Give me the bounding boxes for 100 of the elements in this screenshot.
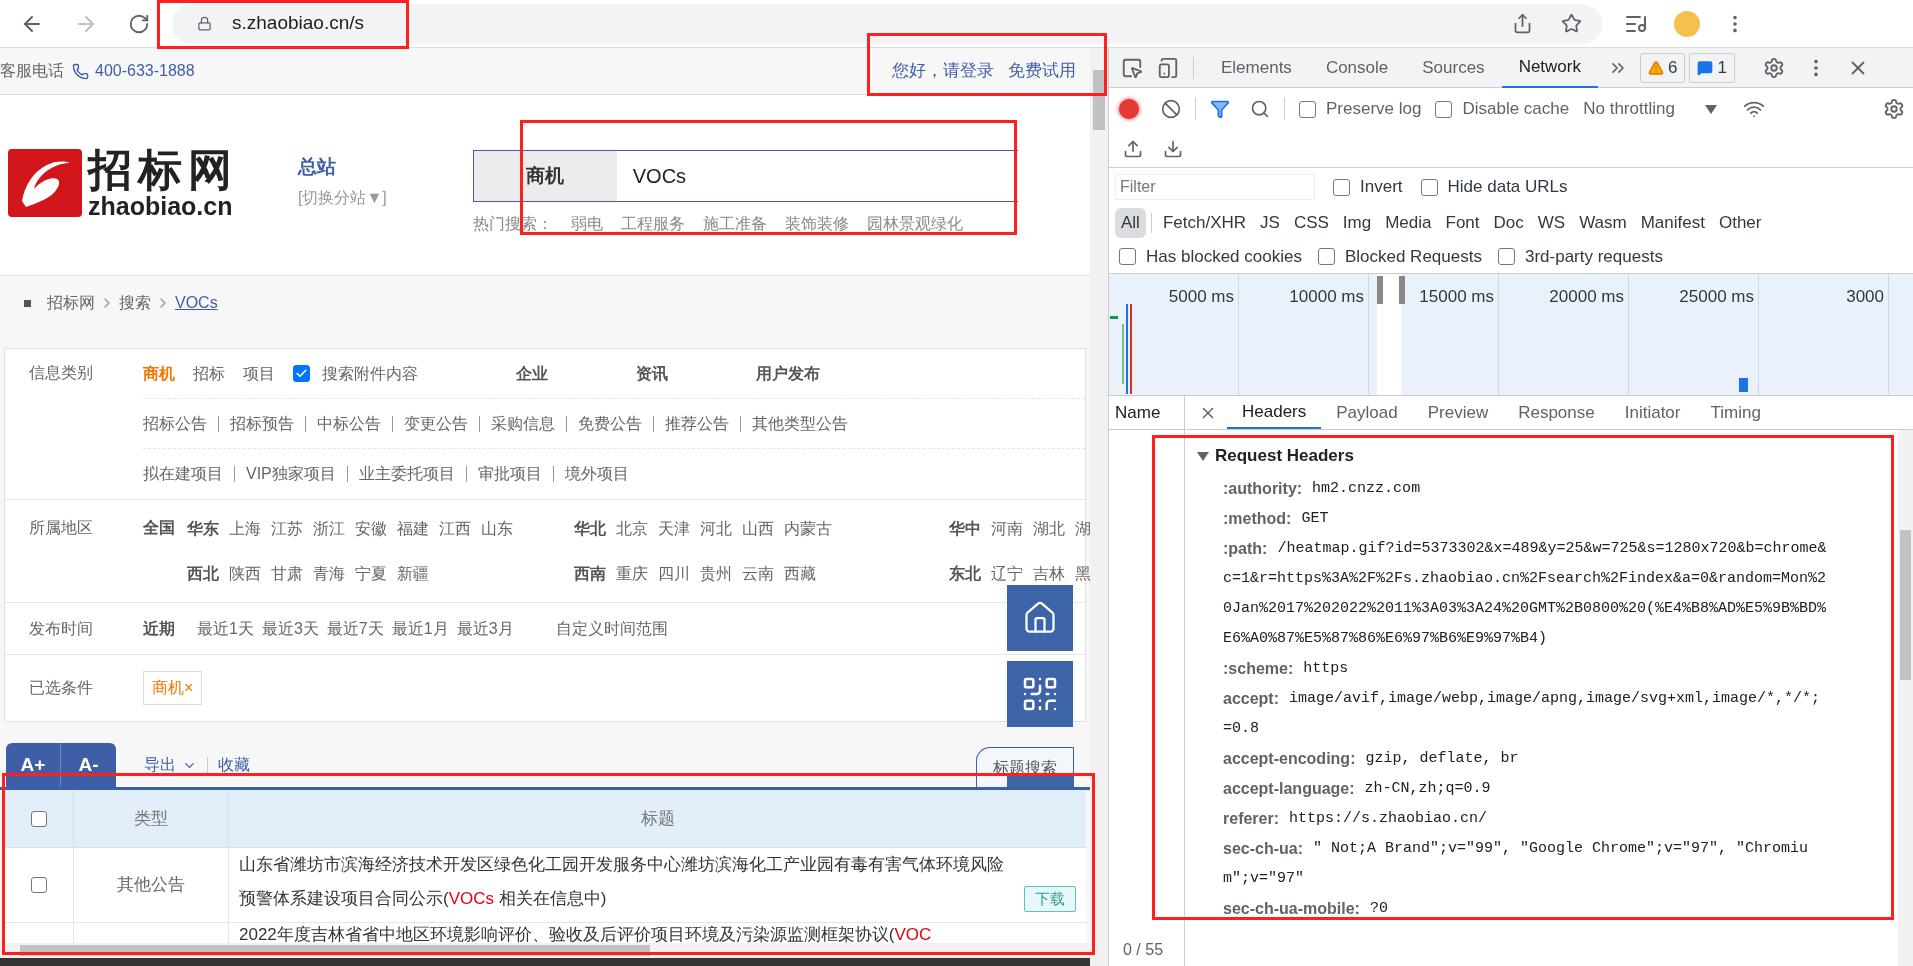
filter-option[interactable]: 招标预告 [230, 411, 294, 436]
checkbox[interactable] [1119, 248, 1136, 265]
checkbox[interactable] [293, 365, 310, 382]
region-option[interactable]: 上海 [229, 516, 261, 541]
region-option[interactable]: 山西 [742, 516, 774, 541]
time-option[interactable]: 最近3月 [456, 616, 514, 641]
throttling-select[interactable]: No throttling [1583, 96, 1717, 122]
checkbox[interactable] [1333, 178, 1350, 196]
detail-tab[interactable]: Payload [1321, 396, 1413, 429]
region-option[interactable]: 江苏 [271, 516, 303, 541]
filter-option[interactable]: 中标公告 [317, 411, 381, 436]
region-option[interactable]: 云南 [742, 561, 774, 586]
region-heading[interactable]: 西南 [574, 561, 606, 586]
checkbox[interactable] [1317, 248, 1335, 265]
hot-search-link[interactable]: 装饰装修 [784, 212, 849, 236]
filter-option[interactable]: 免费公告 [578, 411, 642, 436]
region-option[interactable]: 浙江 [313, 516, 345, 541]
filter-option[interactable]: 变更公告 [404, 411, 468, 436]
font-size-button[interactable]: A+ [6, 743, 61, 787]
devtools-tab[interactable]: Console [1308, 48, 1406, 88]
filter-option[interactable]: 近期 [143, 616, 197, 641]
detail-tab[interactable]: Preview [1412, 396, 1504, 429]
detail-tab[interactable]: Headers [1227, 396, 1322, 429]
hot-search-link[interactable]: 施工准备 [702, 212, 767, 236]
devtools-tab[interactable]: Sources [1405, 48, 1502, 88]
type-filter-button[interactable]: CSS [1287, 208, 1335, 238]
filter-option[interactable]: VIP独家项目 [246, 462, 336, 486]
checkbox[interactable] [30, 810, 47, 827]
custom-range-link[interactable]: 自定义时间范围 [555, 616, 668, 641]
region-option[interactable]: 贵州 [700, 561, 732, 586]
devtools-tab[interactable]: Elements [1204, 48, 1309, 88]
checkbox-label[interactable]: Hide data URLs [1447, 174, 1568, 200]
region-heading[interactable]: 华中 [949, 516, 981, 541]
region-option[interactable]: 河北 [700, 516, 732, 541]
hot-search-link[interactable]: 工程服务 [620, 212, 685, 236]
type-filter-button[interactable]: Other [1712, 208, 1768, 238]
type-filter-button[interactable]: Fetch/XHR [1156, 208, 1253, 238]
time-option[interactable]: 最近3天 [261, 616, 319, 641]
region-option[interactable]: 安徽 [355, 516, 387, 541]
filter-option[interactable]: 招标公告 [143, 411, 207, 436]
region-option[interactable]: 新疆 [397, 561, 429, 586]
checkbox-label[interactable]: Blocked Requests [1344, 243, 1482, 270]
export-icon[interactable] [1163, 138, 1183, 159]
filter-heading[interactable]: 企业 [516, 361, 548, 386]
region-option[interactable]: 江西 [439, 516, 471, 541]
region-option[interactable]: 天津 [658, 516, 690, 541]
filter-option[interactable]: 招标 [193, 361, 225, 386]
filter-option[interactable]: 业主委托项目 [358, 462, 455, 486]
region-heading[interactable]: 华北 [574, 516, 606, 541]
filter-option[interactable]: 推荐公告 [665, 411, 729, 436]
region-option[interactable]: 北京 [616, 516, 648, 541]
range-handle[interactable] [1399, 276, 1405, 304]
filter-option[interactable]: 其他类型公告 [752, 411, 848, 436]
type-filter-button[interactable]: Wasm [1573, 208, 1633, 238]
checkbox[interactable] [1299, 100, 1316, 118]
breadcrumb-link[interactable]: VOCs [175, 291, 218, 315]
qr-code-button[interactable] [1007, 661, 1073, 727]
import-icon[interactable] [1123, 138, 1143, 159]
region-option[interactable]: 吉林 [1033, 561, 1065, 586]
checkbox[interactable] [30, 877, 47, 893]
favorite-link[interactable]: 收藏 [218, 753, 250, 777]
range-selection[interactable] [1377, 274, 1401, 395]
time-option[interactable]: 最近1天 [197, 616, 254, 641]
type-filter-button[interactable]: All [1115, 208, 1146, 238]
region-option[interactable]: 青海 [313, 561, 345, 586]
checkbox-label[interactable]: Preserve log [1326, 96, 1422, 122]
hot-search-link[interactable]: 弱电 [570, 212, 603, 236]
region-option[interactable]: 黑 [1075, 561, 1090, 586]
hot-search-link[interactable]: 园林景观绿化 [866, 212, 963, 236]
filter-heading[interactable]: 用户发布 [756, 361, 820, 386]
star-icon[interactable] [1561, 13, 1582, 34]
page-scrollbar[interactable] [1090, 48, 1108, 966]
breadcrumb-link[interactable]: 搜索 [119, 291, 151, 315]
search-field[interactable]: 商机 VOCs [472, 150, 1018, 202]
type-filter-button[interactable]: Media [1379, 208, 1438, 238]
checkbox-label[interactable]: Invert [1360, 174, 1403, 200]
share-icon[interactable] [1512, 13, 1533, 34]
type-filter-button[interactable]: WS [1531, 208, 1572, 238]
detail-tab[interactable]: Response [1503, 396, 1610, 429]
time-option[interactable]: 最近7天 [326, 616, 384, 641]
range-handle[interactable] [1377, 276, 1383, 304]
region-option[interactable]: 河南 [991, 516, 1023, 541]
checkbox-label[interactable]: Has blocked cookies [1146, 243, 1302, 270]
checkbox[interactable] [1420, 178, 1438, 196]
settings-icon[interactable] [1762, 56, 1785, 79]
record-button[interactable] [1119, 99, 1139, 119]
checkbox-label[interactable]: 3rd-party requests [1524, 243, 1663, 270]
type-filter-button[interactable]: Font [1439, 208, 1486, 238]
type-filter-button[interactable]: JS [1254, 208, 1286, 238]
top-link[interactable]: 您好，请登录 [892, 58, 994, 84]
filter-option[interactable]: 境外项目 [564, 462, 629, 486]
region-option[interactable]: 山东 [481, 516, 513, 541]
checkbox-label[interactable]: Disable cache [1462, 96, 1570, 122]
reload-icon[interactable] [128, 12, 150, 35]
filter-icon[interactable] [1210, 99, 1230, 119]
message-badge[interactable]: 1 [1689, 52, 1735, 83]
time-option[interactable]: 最近1月 [391, 616, 449, 641]
region-option[interactable]: 重庆 [616, 561, 648, 586]
search-icon[interactable] [1250, 99, 1270, 119]
region-option[interactable]: 湖北 [1033, 516, 1065, 541]
